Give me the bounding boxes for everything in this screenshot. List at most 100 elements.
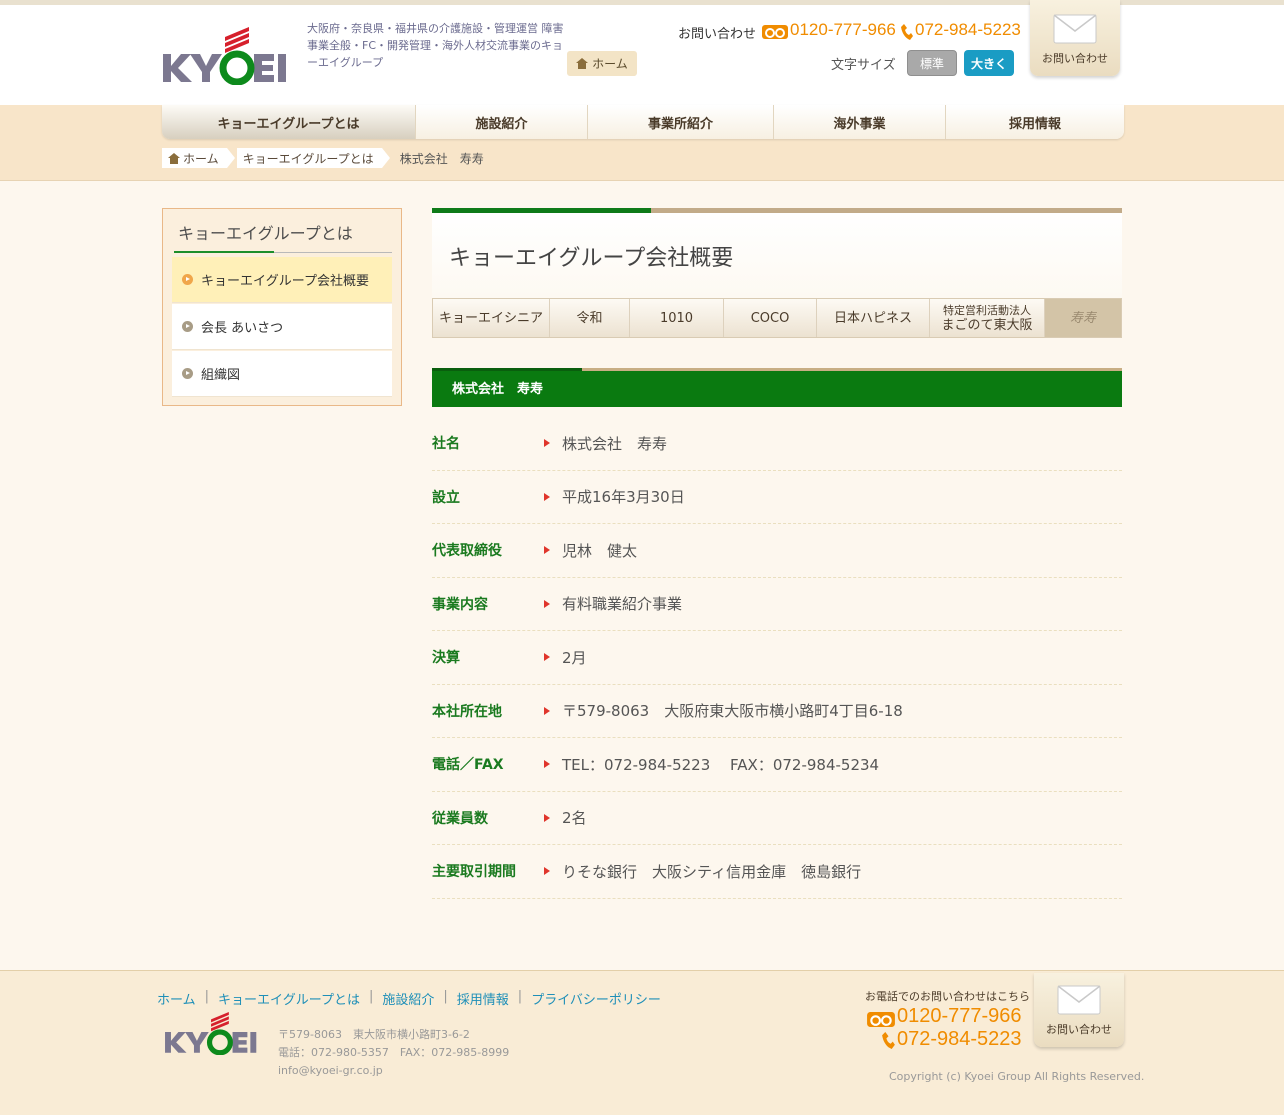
table-row: 決算 2月 [432,631,1122,685]
row-value: 有料職業紹介事業 [562,595,683,614]
company-header: 株式会社 寿寿 [432,368,1122,407]
global-nav: キョーエイグループとは 施設紹介 事業所紹介 海外事業 採用情報 [162,105,1124,139]
row-label: 主要取引期間 [432,864,516,881]
row-label: 設立 [432,489,460,506]
footer-link-separator: | [204,989,210,1004]
title-accent-tan [651,208,1122,213]
tab-magonote-line1: 特定営利活動法人 [943,304,1031,317]
tab-coco[interactable]: COCO [724,299,817,337]
breadcrumb-about[interactable]: キョーエイグループとは [236,148,390,168]
sidebar-title-text: キョーエイグループとは [178,224,353,243]
nav-item-offices[interactable]: 事業所紹介 [588,105,774,139]
site-footer: ホーム | キョーエイグループとは | 施設紹介 | 採用情報 | プライバシー… [0,970,1284,1115]
footer-link-about[interactable]: キョーエイグループとは [218,989,360,1008]
sidebar-item-label: 組織図 [201,368,241,383]
row-value: 児林 健太 [562,541,638,560]
tab-kyoei-senior[interactable]: キョーエイシニア [433,299,550,337]
footer-inquiry-button[interactable]: お問い合わせ [1034,973,1124,1047]
footer-phone-number[interactable]: 072-984-5223 [897,1028,1022,1051]
tab-reiwa[interactable]: 令和 [550,299,630,337]
row-label: 従業員数 [432,810,488,827]
row-label: 決算 [432,650,460,667]
footer-kyoei-logo[interactable] [163,1009,265,1055]
footer-freedial-number[interactable]: 0120-777-966 [897,1005,1022,1028]
inquiry-button[interactable]: お問い合わせ [1030,0,1120,76]
footer-link-separator: | [368,989,374,1004]
company-header-accent-tan [582,368,1122,371]
footer-link-recruit[interactable]: 採用情報 [457,989,509,1008]
row-label: 事業内容 [432,596,488,613]
row-value: 株式会社 寿寿 [562,434,668,453]
footer-links: ホーム | キョーエイグループとは | 施設紹介 | 採用情報 | プライバシー… [157,989,661,1008]
arrow-bullet-icon [182,368,193,379]
row-label: 代表取締役 [432,543,502,560]
nav-band: キョーエイグループとは 施設紹介 事業所紹介 海外事業 採用情報 ホーム キョー… [0,105,1284,181]
nav-item-overseas[interactable]: 海外事業 [774,105,946,139]
sidebar-item-label: キョーエイグループ会社概要 [201,274,369,289]
fontsize-label: 文字サイズ [831,58,896,73]
sidebar-title: キョーエイグループとは [172,218,392,256]
table-row: 設立 平成16年3月30日 [432,471,1122,524]
table-row: 代表取締役 児林 健太 [432,524,1122,578]
nav-item-about[interactable]: キョーエイグループとは [162,105,416,139]
kyoei-logo[interactable] [163,23,295,85]
table-row: 電話／FAX TEL：072-984-5223 FAX：072-984-5234 [432,738,1122,792]
home-icon [576,58,589,69]
breadcrumb-home[interactable]: ホーム [162,148,235,168]
nav-item-facilities[interactable]: 施設紹介 [416,105,588,139]
table-row: 本社所在地 〒579-8063 大阪府東大阪市横小路町4丁目6-18 [432,685,1122,738]
tab-nihon-happiness[interactable]: 日本ハピネス [817,299,930,337]
freedial-number[interactable]: 0120-777-966 [790,20,896,40]
site-header: 大阪府・奈良県・福井県の介護施設・管理運営 障害事業全般・FC・開発管理・海外人… [0,0,1284,105]
copyright: Copyright (c) Kyoei Group All Rights Res… [889,1070,1145,1083]
row-label: 社名 [432,436,460,453]
table-row: 事業内容 有料職業紹介事業 [432,578,1122,631]
table-row: 社名 株式会社 寿寿 [432,417,1122,471]
red-arrow-icon [544,867,550,876]
footer-contact-label: お電話でのお問い合わせはこちら [865,990,1030,1003]
row-value: 〒579-8063 大阪府東大阪市横小路町4丁目6-18 [562,702,903,721]
red-arrow-icon [544,546,550,555]
sidebar-item-greeting[interactable]: 会長 あいさつ [172,304,392,350]
footer-address-line2: 電話：072-980-5357 FAX：072-985-8999 [278,1046,510,1059]
footer-link-facilities[interactable]: 施設紹介 [382,989,434,1008]
red-arrow-icon [544,439,550,448]
tab-1010[interactable]: 1010 [630,299,724,337]
arrow-bullet-icon [182,321,193,332]
header-tagline: 大阪府・奈良県・福井県の介護施設・管理運営 障害事業全般・FC・開発管理・海外人… [307,22,564,69]
arrow-bullet-icon [182,274,193,285]
fontsize-large-button[interactable]: 大きく [964,50,1014,76]
page-title: キョーエイグループ会社概要 [432,213,1122,298]
sidebar-title-rule [274,252,392,253]
footer-link-home[interactable]: ホーム [157,989,196,1008]
tab-juju[interactable]: 寿寿 [1045,299,1121,337]
phone-number[interactable]: 072-984-5223 [915,20,1021,40]
tab-magonote-line2: まごのて東大阪 [941,318,1033,333]
envelope-icon [1053,14,1097,44]
sidebar-item-label: 会長 あいさつ [201,321,284,336]
footer-email[interactable]: info@kyoei-gr.co.jp [278,1062,509,1080]
home-button[interactable]: ホーム [567,51,637,76]
nav-item-recruit[interactable]: 採用情報 [946,105,1124,139]
row-value: 平成16年3月30日 [562,488,685,507]
row-value: 2名 [562,809,587,828]
footer-link-privacy[interactable]: プライバシーポリシー [531,989,661,1008]
row-value: 2月 [562,648,587,667]
red-arrow-icon [544,492,550,501]
row-value: TEL：072-984-5223 FAX：072-984-5234 [562,755,880,774]
title-accent-bar [432,208,1122,213]
sidebar-item-org-chart[interactable]: 組織図 [172,351,392,397]
main-content: キョーエイグループ会社概要 キョーエイシニア 令和 1010 COCO 日本ハピ… [432,208,1122,899]
row-label: 本社所在地 [432,703,502,720]
row-value: りそな銀行 大阪シティ信用金庫 徳島銀行 [562,862,862,881]
sidebar-title-underline [174,251,274,253]
sidebar-item-company-overview[interactable]: キョーエイグループ会社概要 [172,257,392,303]
breadcrumb-home-label: ホーム [183,151,219,166]
freedial-icon [867,1012,895,1027]
table-row: 主要取引期間 りそな銀行 大阪シティ信用金庫 徳島銀行 [432,845,1122,899]
fontsize-standard-button[interactable]: 標準 [907,50,957,76]
tab-magonote[interactable]: 特定営利活動法人 まごのて東大阪 [930,299,1045,337]
red-arrow-icon [544,706,550,715]
company-tabs: キョーエイシニア 令和 1010 COCO 日本ハピネス 特定営利活動法人 まご… [432,298,1122,338]
breadcrumb-current: 株式会社 寿寿 [399,151,484,166]
